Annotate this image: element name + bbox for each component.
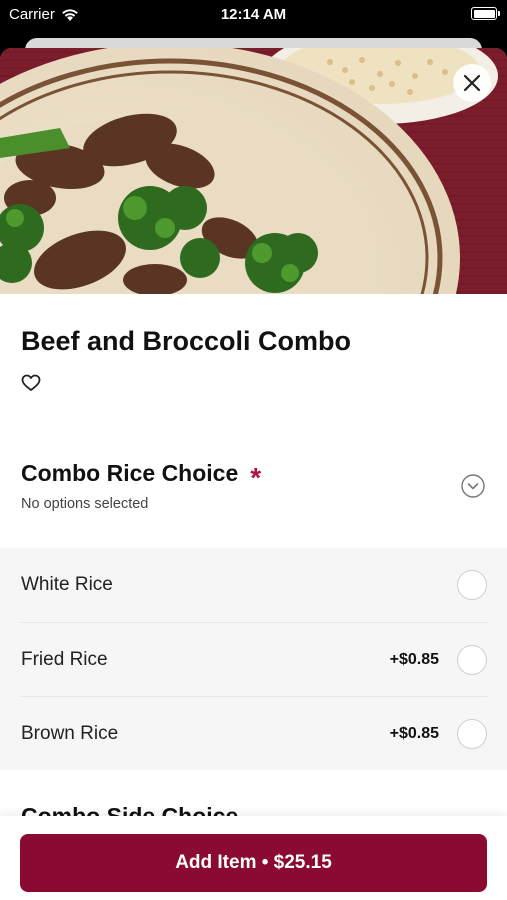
clock: 12:14 AM [220, 6, 287, 23]
option-label: Brown Rice [21, 722, 119, 744]
required-asterisk: * [250, 461, 262, 493]
option-price: +$0.85 [389, 724, 439, 742]
section-title: Combo Rice Choice * [21, 460, 262, 493]
chevron-down-icon[interactable] [461, 474, 485, 498]
rice-options-list: White Rice Fried Rice +$0.85 Brown Rice … [0, 548, 507, 770]
option-white-rice[interactable]: White Rice [21, 548, 487, 622]
option-brown-rice[interactable]: Brown Rice +$0.85 [21, 696, 487, 770]
item-photo [0, 48, 507, 294]
section-subtitle: No options selected [21, 496, 149, 512]
item-sheet: Beef and Broccoli Combo Combo Rice Choic… [0, 48, 507, 900]
add-item-button[interactable]: Add Item • $25.15 [20, 834, 487, 892]
radio-button[interactable] [457, 718, 487, 749]
item-title: Beef and Broccoli Combo [21, 326, 352, 356]
radio-button[interactable] [457, 644, 487, 675]
option-price: +$0.85 [389, 650, 439, 668]
favorite-heart-icon[interactable] [21, 373, 41, 393]
option-fried-rice[interactable]: Fried Rice +$0.85 [21, 622, 487, 696]
option-label: White Rice [21, 574, 113, 595]
battery-icon [471, 7, 500, 20]
option-label: Fried Rice [21, 648, 108, 670]
radio-button[interactable] [457, 570, 487, 600]
footer-bar: Add Item • $25.15 [0, 816, 507, 900]
close-icon [463, 74, 481, 92]
status-bar: Carrier 12:14 AM [0, 0, 507, 30]
section-title-label: Combo Rice Choice [21, 460, 239, 486]
close-button[interactable] [453, 64, 491, 102]
